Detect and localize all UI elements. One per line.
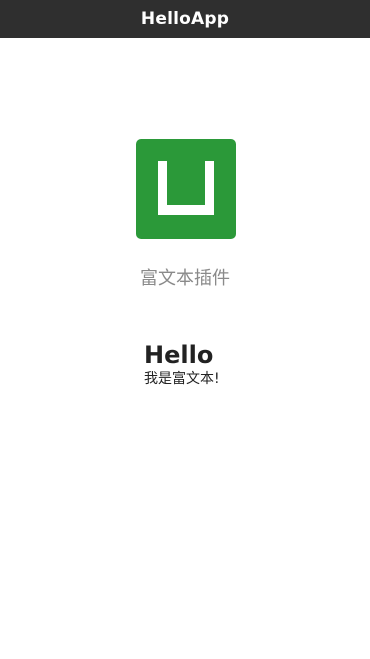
plugin-title: 富文本插件 bbox=[140, 268, 230, 289]
rich-text-heading: Hello bbox=[144, 341, 214, 369]
nav-bar: HelloApp bbox=[0, 0, 370, 38]
page-title: HelloApp bbox=[140, 9, 230, 29]
rich-text-content: Hello 我是富文本! bbox=[144, 340, 220, 388]
uniapp-logo-icon bbox=[136, 139, 236, 239]
rich-text-body: 我是富文本! bbox=[144, 371, 220, 387]
